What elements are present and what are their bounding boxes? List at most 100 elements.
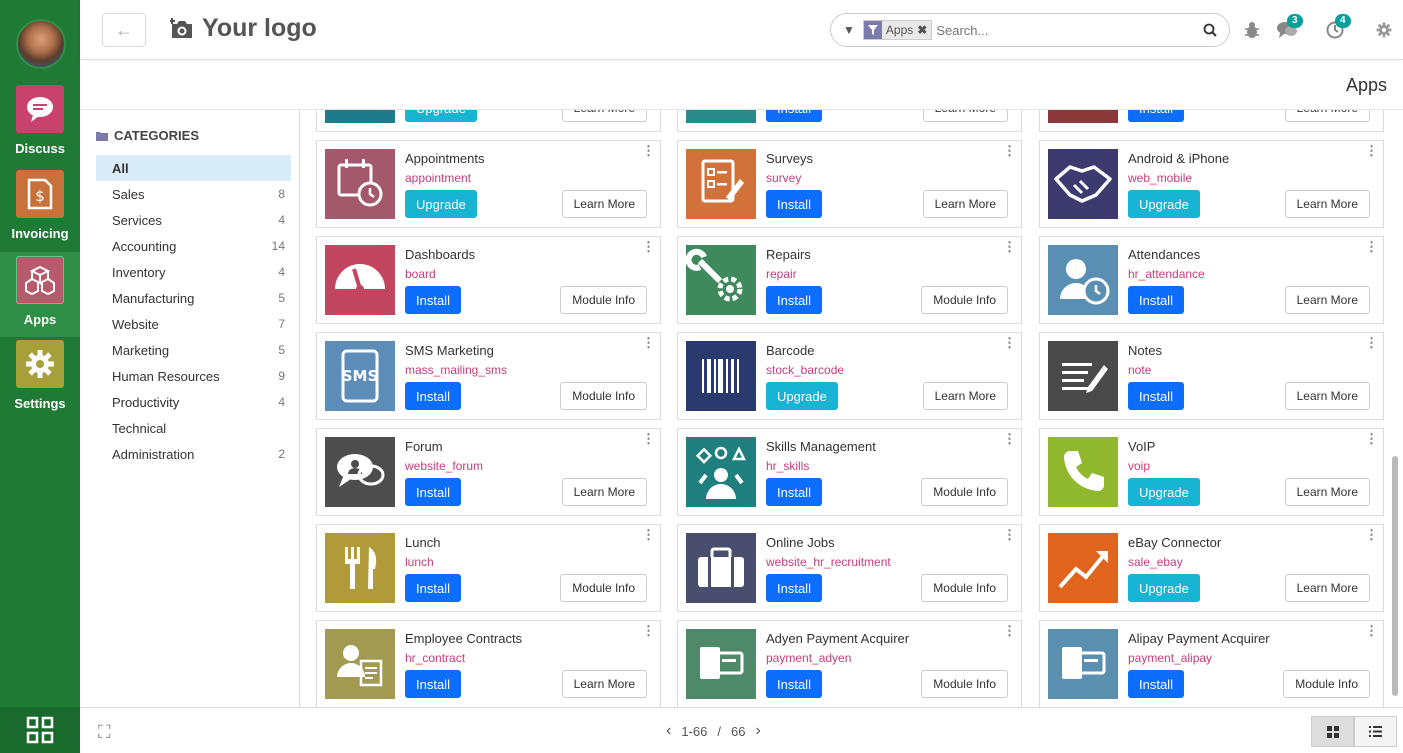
card-menu-icon[interactable]: ⋮ [1365, 240, 1378, 253]
module-info-button[interactable]: Module Info [560, 382, 647, 410]
app-card[interactable]: Upgrade Learn More [316, 110, 661, 132]
scrollbar[interactable] [1387, 110, 1401, 707]
learn-more-button[interactable]: Learn More [1284, 286, 1370, 314]
category-item[interactable]: Inventory 4 [96, 259, 291, 285]
module-info-button[interactable]: Module Info [921, 670, 1008, 698]
category-item[interactable]: Accounting 14 [96, 233, 291, 259]
pager-next-icon[interactable]: › [755, 722, 760, 740]
category-item[interactable]: Services 4 [96, 207, 291, 233]
home-menu-button[interactable] [0, 707, 80, 753]
app-card[interactable]: Android & iPhone web_mobile ⋮ Upgrade Learn … [1039, 140, 1384, 228]
category-item[interactable]: All [96, 155, 291, 181]
scrollbar-thumb[interactable] [1392, 456, 1398, 696]
category-item[interactable]: Manufacturing 5 [96, 285, 291, 311]
category-item[interactable]: Human Resources 9 [96, 363, 291, 389]
app-card[interactable]: Adyen Payment Acquirer payment_adyen ⋮ Inst… [677, 620, 1022, 707]
learn-more-button[interactable]: Learn More [922, 190, 1008, 218]
install-button[interactable]: Install [405, 574, 461, 602]
card-menu-icon[interactable]: ⋮ [1003, 624, 1016, 637]
upgrade-button[interactable]: Upgrade [1128, 190, 1200, 218]
learn-more-button[interactable]: Learn More [922, 110, 1008, 122]
card-menu-icon[interactable]: ⋮ [1003, 528, 1016, 541]
app-card[interactable]: Attendances hr_attendance ⋮ Install Learn Mo… [1039, 236, 1384, 324]
card-menu-icon[interactable]: ⋮ [642, 624, 655, 637]
category-item[interactable]: Administration 2 [96, 441, 291, 467]
app-card[interactable]: Employee Contracts hr_contract ⋮ Install Lea… [316, 620, 661, 707]
install-button[interactable]: Install [1128, 670, 1184, 698]
card-menu-icon[interactable]: ⋮ [642, 528, 655, 541]
module-info-button[interactable]: Module Info [921, 574, 1008, 602]
fullscreen-icon[interactable]: ⛶ [98, 722, 111, 743]
card-menu-icon[interactable]: ⋮ [642, 432, 655, 445]
learn-more-button[interactable]: Learn More [1284, 478, 1370, 506]
upgrade-button[interactable]: Upgrade [405, 190, 477, 218]
upgrade-button[interactable]: Upgrade [766, 382, 838, 410]
learn-more-button[interactable]: Learn More [561, 190, 647, 218]
filter-icon[interactable]: ▼ [843, 23, 855, 37]
app-card[interactable]: Forum website_forum ⋮ Install Learn More [316, 428, 661, 516]
app-card[interactable]: Skills Management hr_skills ⋮ Install Module… [677, 428, 1022, 516]
app-card[interactable]: SMS SMS Marketing mass_mailing_sms ⋮ Install… [316, 332, 661, 420]
app-card[interactable]: Appointments appointment ⋮ Upgrade Learn Mor… [316, 140, 661, 228]
learn-more-button[interactable]: Learn More [1284, 382, 1370, 410]
app-card[interactable]: Install Learn More [1039, 110, 1384, 132]
kanban-view-button[interactable] [1311, 716, 1354, 747]
card-menu-icon[interactable]: ⋮ [1003, 432, 1016, 445]
nav-app-invoicing[interactable]: $ Invoicing [0, 170, 80, 250]
card-menu-icon[interactable]: ⋮ [1003, 144, 1016, 157]
install-button[interactable]: Install [766, 286, 822, 314]
app-card[interactable]: Alipay Payment Acquirer payment_alipay ⋮ In… [1039, 620, 1384, 707]
upgrade-button[interactable]: Upgrade [405, 110, 477, 122]
learn-more-button[interactable]: Learn More [1284, 574, 1370, 602]
debug-icon[interactable] [1242, 18, 1262, 42]
install-button[interactable]: Install [405, 670, 461, 698]
upgrade-button[interactable]: Upgrade [1128, 478, 1200, 506]
install-button[interactable]: Install [1128, 382, 1184, 410]
pager-range[interactable]: 1-66 [681, 724, 707, 739]
search-input[interactable] [936, 22, 1203, 38]
category-item[interactable]: Marketing 5 [96, 337, 291, 363]
app-card[interactable]: Dashboards board ⋮ Install Module Info [316, 236, 661, 324]
search-bar[interactable]: ▼ Apps ✖ [830, 13, 1230, 47]
search-facet[interactable]: Apps ✖ [862, 20, 933, 40]
upgrade-button[interactable]: Upgrade [1128, 574, 1200, 602]
app-card[interactable]: Barcode stock_barcode ⋮ Upgrade Learn More [677, 332, 1022, 420]
card-menu-icon[interactable]: ⋮ [642, 336, 655, 349]
app-card[interactable]: Repairs repair ⋮ Install Module Info [677, 236, 1022, 324]
module-info-button[interactable]: Module Info [921, 478, 1008, 506]
pager-prev-icon[interactable]: ‹ [666, 722, 671, 740]
app-card[interactable]: Online Jobs website_hr_recruitment ⋮ Instal… [677, 524, 1022, 612]
card-menu-icon[interactable]: ⋮ [1365, 624, 1378, 637]
install-button[interactable]: Install [405, 478, 461, 506]
install-button[interactable]: Install [766, 670, 822, 698]
module-info-button[interactable]: Module Info [921, 286, 1008, 314]
card-menu-icon[interactable]: ⋮ [642, 144, 655, 157]
card-menu-icon[interactable]: ⋮ [1003, 336, 1016, 349]
nav-app-discuss[interactable]: Discuss [0, 85, 80, 165]
card-menu-icon[interactable]: ⋮ [1365, 432, 1378, 445]
install-button[interactable]: Install [1128, 110, 1184, 122]
install-button[interactable]: Install [766, 478, 822, 506]
learn-more-button[interactable]: Learn More [561, 110, 647, 122]
card-menu-icon[interactable]: ⋮ [642, 240, 655, 253]
install-button[interactable]: Install [405, 286, 461, 314]
module-info-button[interactable]: Module Info [560, 286, 647, 314]
search-icon[interactable] [1203, 23, 1217, 37]
activities-menu[interactable]: 4 [1323, 14, 1351, 42]
card-menu-icon[interactable]: ⋮ [1003, 240, 1016, 253]
app-card[interactable]: Surveys survey ⋮ Install Learn More [677, 140, 1022, 228]
module-info-button[interactable]: Module Info [1283, 670, 1370, 698]
card-menu-icon[interactable]: ⋮ [1365, 144, 1378, 157]
app-card[interactable]: eBay Connector sale_ebay ⋮ Upgrade Learn Mor… [1039, 524, 1384, 612]
card-menu-icon[interactable]: ⋮ [1365, 528, 1378, 541]
messages-menu[interactable]: 3 [1275, 14, 1303, 42]
nav-app-settings[interactable]: Settings [0, 340, 80, 420]
module-info-button[interactable]: Module Info [560, 574, 647, 602]
learn-more-button[interactable]: Learn More [1284, 190, 1370, 218]
learn-more-button[interactable]: Learn More [1284, 110, 1370, 122]
install-button[interactable]: Install [766, 110, 822, 122]
app-card[interactable]: Install Learn More [677, 110, 1022, 132]
install-button[interactable]: Install [766, 190, 822, 218]
learn-more-button[interactable]: Learn More [922, 382, 1008, 410]
learn-more-button[interactable]: Learn More [561, 670, 647, 698]
